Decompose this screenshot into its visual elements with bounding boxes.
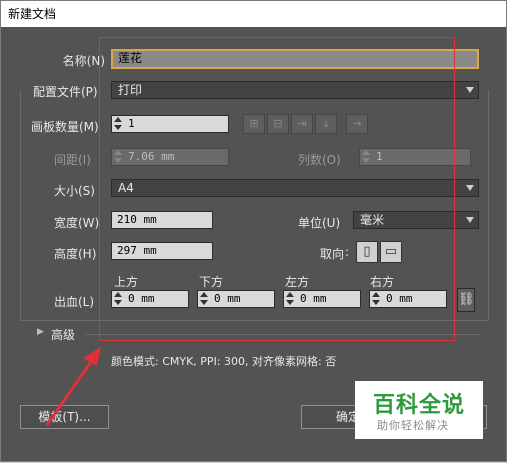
watermark-logo: 百科全说 助你轻松解决 [355,381,483,439]
watermark-title: 百科全说 [373,393,466,418]
watermark-subtitle: 助你轻松解决 [377,419,449,432]
new-document-dialog: 新建文档 名称(N) 莲花 配置文件(P) 打印 画板数量(M) 1 ⊞ ⊟ ⇥… [0,0,507,462]
